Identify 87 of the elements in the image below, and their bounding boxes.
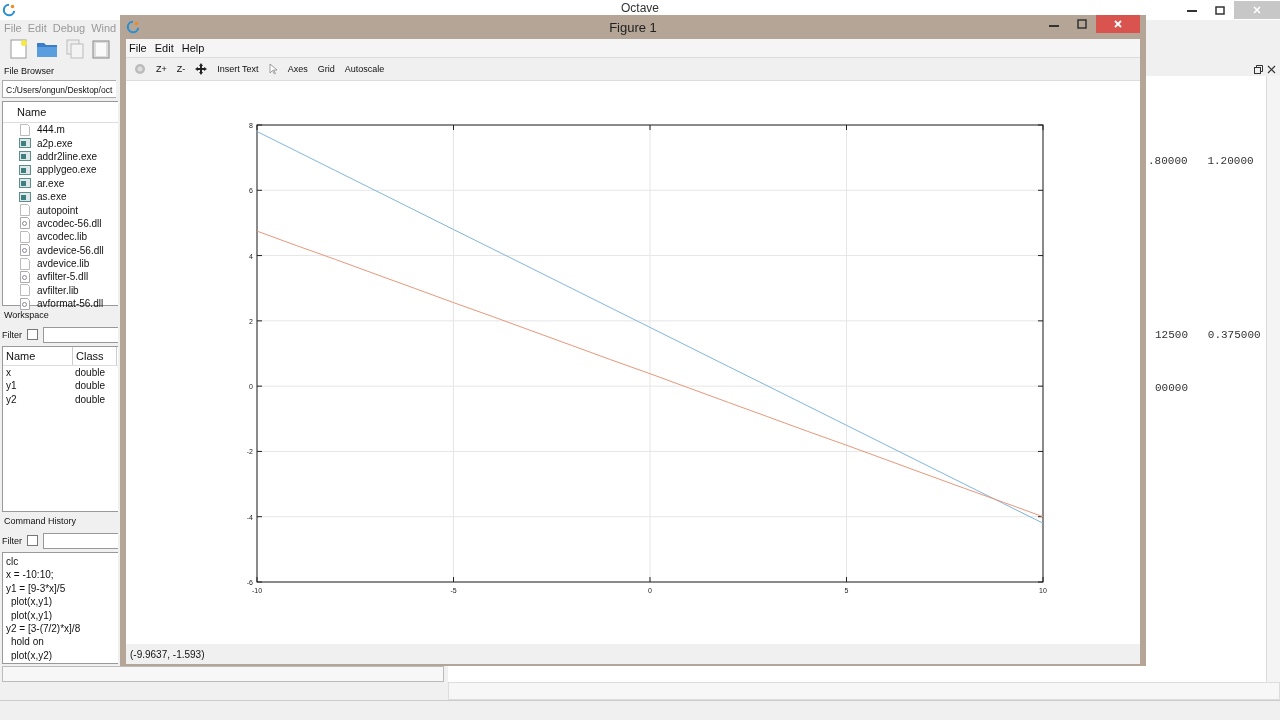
library-file-icon	[19, 217, 31, 230]
octave-logo-icon	[2, 3, 16, 17]
close-icon[interactable]	[1267, 64, 1276, 74]
library-file-icon	[19, 244, 31, 257]
file-name[interactable]: avcodec-56.dll	[37, 217, 102, 229]
file-name[interactable]: avfilter-5.dll	[37, 271, 89, 283]
file-icon	[19, 257, 31, 270]
column-header[interactable]: Name	[3, 102, 118, 123]
history-entry[interactable]: plot(x,y1)	[3, 608, 118, 622]
file-name[interactable]: avfilter.lib	[37, 284, 79, 296]
grid-button[interactable]: Grid	[317, 64, 335, 74]
file-icon	[19, 204, 31, 217]
library-file-icon	[19, 271, 31, 283]
filter-checkbox[interactable]	[27, 535, 38, 546]
history-entry[interactable]: x = -10:10;	[3, 568, 118, 582]
history-entry[interactable]: clc	[3, 555, 118, 569]
filter-label: Filter	[2, 329, 22, 340]
file-icon	[19, 123, 31, 136]
panel-title: Workspace	[3, 309, 50, 322]
console-output: 12500 0.375000	[1155, 329, 1261, 341]
file-name[interactable]: avformat-56.dll	[37, 298, 104, 310]
table-cell-text: y2	[5, 392, 18, 407]
horizontal-scrollbar[interactable]	[448, 682, 1280, 700]
panel-title: File Browser	[3, 65, 55, 78]
table-cell-text: y1	[5, 379, 18, 393]
application-icon	[19, 190, 31, 203]
close-button[interactable]	[1096, 15, 1140, 33]
file-name[interactable]: ar.exe	[37, 177, 65, 189]
table-cell-text: double	[74, 366, 107, 380]
file-name[interactable]: avdevice.lib	[37, 258, 90, 270]
file-name[interactable]: 444.m	[37, 124, 65, 136]
undock-icon[interactable]	[1254, 64, 1263, 74]
table-cell-text: double	[74, 392, 107, 407]
column-header[interactable]: Class	[73, 347, 117, 365]
window-title: Octave	[621, 1, 659, 15]
file-name[interactable]: addr2line.exe	[37, 150, 98, 162]
column-header[interactable]: Name	[3, 347, 73, 365]
application-icon	[19, 177, 31, 190]
application-icon	[19, 137, 31, 150]
clipboard-icon[interactable]	[92, 39, 110, 59]
autoscale-button[interactable]: Autoscale	[344, 64, 385, 74]
history-entry[interactable]: plot(x,y2)	[3, 648, 118, 663]
close-icon	[1113, 19, 1123, 29]
history-entry[interactable]: plot(x,y1)	[3, 595, 118, 609]
insert-text-button[interactable]: Insert Text	[217, 64, 259, 74]
table-cell-text: x	[5, 366, 12, 380]
file-name[interactable]: autopoint	[37, 204, 79, 216]
zoom-out-button[interactable]: Z-	[176, 64, 186, 74]
folder-icon[interactable]	[36, 40, 58, 58]
file-name[interactable]: as.exe	[37, 191, 67, 203]
application-icon	[19, 163, 31, 176]
vertical-scrollbar[interactable]	[1266, 76, 1280, 682]
filter-label: Filter	[2, 535, 22, 546]
new-file-icon[interactable]	[10, 39, 28, 59]
pointer-icon[interactable]	[268, 63, 278, 75]
filter-field[interactable]	[43, 532, 118, 549]
pan-icon[interactable]	[195, 63, 208, 75]
table-cell-text: double	[74, 379, 107, 393]
cursor-coordinates: (-9.9637, -1.593)	[130, 648, 205, 660]
window-title: Figure 1	[609, 19, 657, 35]
menu-item[interactable]: Help	[181, 42, 205, 54]
zoom-in-button[interactable]: Z+	[156, 64, 167, 74]
console-output: 00000	[1155, 382, 1188, 394]
menu-item[interactable]: Edit	[154, 42, 174, 54]
file-icon	[19, 230, 31, 243]
application-icon	[19, 150, 31, 163]
axes-button[interactable]: Axes	[287, 64, 308, 74]
history-entry[interactable]: y2 = [3-(7/2)*x]/8	[3, 621, 118, 636]
history-entry[interactable]: y1 = [9-3*x]/5	[3, 581, 118, 596]
filter-checkbox[interactable]	[27, 329, 38, 340]
octave-logo-icon	[126, 20, 140, 34]
filter-field[interactable]	[43, 326, 118, 343]
file-name[interactable]: applygeo.exe	[37, 164, 97, 176]
file-icon	[19, 284, 31, 297]
panel-title: Command History	[3, 515, 78, 528]
maximize-icon	[1077, 19, 1087, 29]
close-icon	[1252, 5, 1262, 15]
console-output: .80000 1.20000	[1148, 155, 1254, 167]
history-entry[interactable]: hold on	[3, 635, 118, 649]
horizontal-scrollbar[interactable]	[2, 666, 444, 682]
file-name[interactable]: a2p.exe	[37, 137, 73, 149]
path-field[interactable]: C:/Users/ongun/Desktop/oct	[2, 80, 116, 98]
file-name[interactable]: avcodec.lib	[37, 231, 88, 243]
file-name[interactable]: avdevice-56.dll	[37, 244, 104, 256]
restore-icon	[1215, 5, 1225, 15]
menu-item[interactable]: File	[129, 42, 147, 54]
rotate-icon[interactable]	[134, 63, 146, 75]
